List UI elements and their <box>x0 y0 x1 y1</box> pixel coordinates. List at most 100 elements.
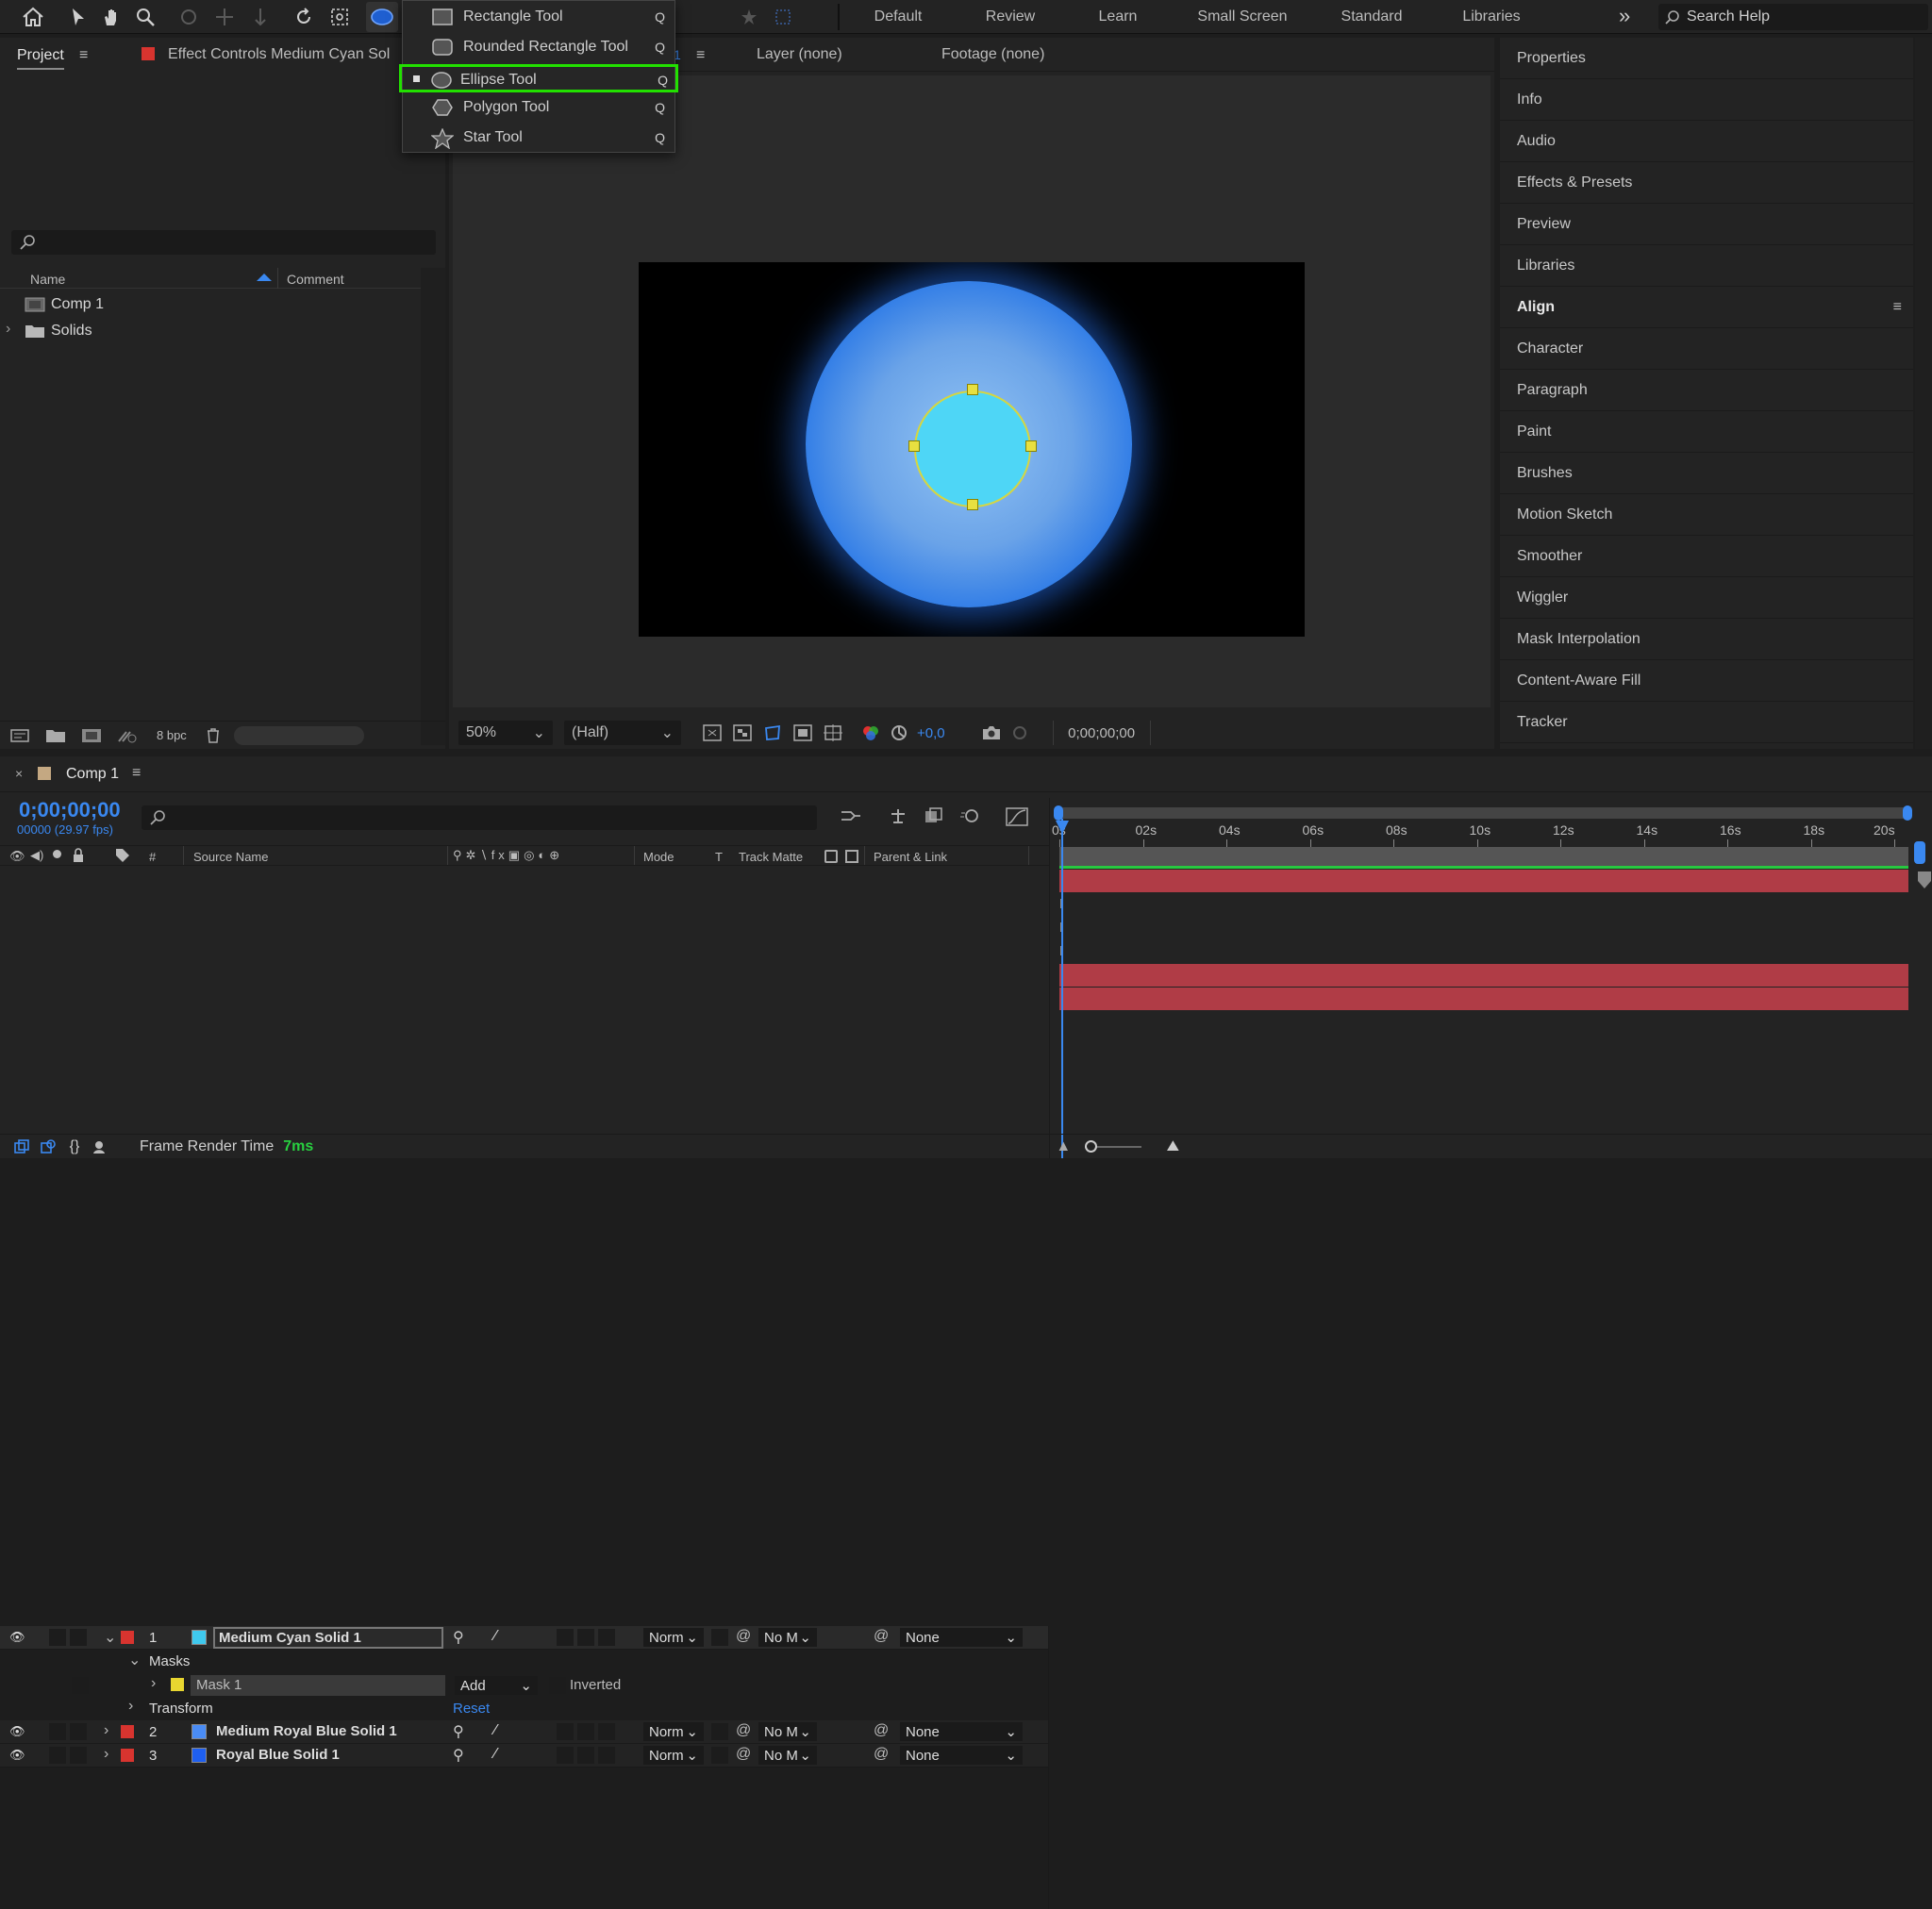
layer-bar-3[interactable] <box>1059 988 1908 1010</box>
shy-switch-icon[interactable]: ⚲ <box>453 1628 464 1647</box>
label-color-swatch[interactable] <box>121 1725 134 1738</box>
comp-navigator-icon[interactable] <box>1916 870 1932 890</box>
zoom-tool-icon[interactable] <box>132 4 158 30</box>
comp-end-marker[interactable] <box>1914 841 1925 864</box>
solo-box[interactable] <box>49 1723 66 1740</box>
panel-item-preview[interactable]: Preview <box>1500 204 1913 245</box>
project-scrollbar[interactable] <box>421 268 445 745</box>
panel-item-audio[interactable]: Audio <box>1500 121 1913 162</box>
roto-brush-icon[interactable] <box>772 6 794 28</box>
panel-item-properties[interactable]: Properties <box>1500 38 1913 79</box>
close-tab-icon[interactable]: × <box>15 766 23 781</box>
switch-box[interactable] <box>577 1629 594 1646</box>
new-composition-icon[interactable] <box>79 728 104 743</box>
right-panel-scrollbar[interactable] <box>1915 38 1932 749</box>
transparency-grid-icon[interactable] <box>730 724 755 741</box>
motion-blur-icon[interactable] <box>957 807 983 824</box>
video-eye-icon[interactable]: 👁 <box>9 849 25 864</box>
track-matte-dropdown[interactable]: No M ⌄ <box>758 1722 817 1741</box>
grid-guide-icon[interactable] <box>821 724 845 741</box>
menu-item-rectangle-tool[interactable]: Rectangle Tool Q <box>403 4 675 32</box>
viewer-timecode[interactable]: 0;00;00;00 <box>1052 721 1151 745</box>
mask-vertex-handle[interactable] <box>967 384 978 395</box>
column-parent-link[interactable]: Parent & Link <box>874 850 947 864</box>
video-eye-icon[interactable]: 👁 <box>9 1630 25 1645</box>
mask-name-field[interactable]: Mask 1 <box>191 1675 445 1696</box>
blend-mode-dropdown[interactable]: Norm ⌄ <box>643 1746 704 1765</box>
timeline-zoom-slider[interactable] <box>1085 1139 1142 1153</box>
zoom-out-mountain-icon[interactable]: ▲ <box>1053 1138 1074 1155</box>
workspace-standard[interactable]: Standard <box>1313 8 1430 25</box>
chevron-right-icon[interactable]: › <box>128 1698 133 1715</box>
preserve-box[interactable] <box>711 1723 728 1740</box>
tab-effect-controls[interactable]: Effect Controls Medium Cyan Sol <box>168 46 390 63</box>
shy-switch-icon[interactable]: ⚲ <box>453 1722 464 1741</box>
switch-box[interactable] <box>598 1723 615 1740</box>
rotate-tool-icon[interactable] <box>291 4 317 30</box>
panel-item-align[interactable]: Align ≡ <box>1500 287 1913 328</box>
composition-viewer[interactable] <box>453 75 1491 707</box>
menu-item-star-tool[interactable]: Star Tool Q <box>403 124 675 153</box>
switch-box[interactable] <box>598 1629 615 1646</box>
track-matte-dropdown[interactable]: No M ⌄ <box>758 1628 817 1647</box>
interpret-footage-icon[interactable] <box>8 728 32 743</box>
chevron-down-icon[interactable]: ⌄ <box>104 1628 116 1647</box>
layer-row[interactable]: 👁 › 2 Medium Royal Blue Solid 1 ⚲ ∕ Norm ⌄ @ No M… <box>0 1720 1049 1744</box>
preserve-box[interactable] <box>711 1629 728 1646</box>
column-comment[interactable]: Comment <box>287 272 344 287</box>
chevron-right-icon[interactable]: › <box>104 1746 108 1763</box>
tab-layer[interactable]: Layer (none) <box>757 46 842 63</box>
label-color-swatch[interactable] <box>121 1631 134 1644</box>
label-tag-icon[interactable] <box>115 848 130 863</box>
column-name[interactable]: Name <box>30 272 65 287</box>
panel-item-motion-sketch[interactable]: Motion Sketch <box>1500 494 1913 536</box>
parent-dropdown[interactable]: None ⌄ <box>900 1746 1023 1765</box>
parent-pickwhip-icon[interactable]: @ <box>874 1722 889 1739</box>
panel-item-character[interactable]: Character <box>1500 328 1913 370</box>
sort-ascending-icon[interactable] <box>257 274 272 281</box>
draft-3d-icon[interactable] <box>885 807 911 824</box>
video-eye-icon[interactable]: 👁 <box>9 1748 25 1763</box>
column-mode[interactable]: Mode <box>643 850 675 864</box>
mask-vertex-handle[interactable] <box>908 440 920 452</box>
mask-mode-dropdown[interactable]: Add ⌄ <box>455 1676 538 1695</box>
cyan-mask-ellipse[interactable] <box>914 390 1031 507</box>
track-matte-pickwhip-icon[interactable]: @ <box>736 1628 751 1645</box>
tab-comp[interactable]: Comp 1 <box>66 766 119 783</box>
composition-mini-flowchart-icon[interactable] <box>838 807 864 824</box>
workspace-learn[interactable]: Learn <box>1064 8 1172 25</box>
switch-box[interactable] <box>577 1723 594 1740</box>
mask-vertex-handle[interactable] <box>1025 440 1037 452</box>
orbit-camera-icon[interactable] <box>175 4 202 30</box>
more-workspaces-icon[interactable]: » <box>1619 4 1630 28</box>
fast-previews-icon[interactable] <box>700 724 724 741</box>
current-time-display[interactable]: 0;00;00;00 <box>19 798 121 822</box>
shy-switch-icon[interactable]: ⚲ <box>453 1746 464 1765</box>
playhead-handle[interactable] <box>1056 821 1069 834</box>
ellipse-tool-button[interactable] <box>366 2 398 32</box>
thumbnail-slider[interactable] <box>233 725 364 745</box>
playhead-line[interactable] <box>1061 819 1063 1158</box>
layer-row[interactable]: 👁 › 3 Royal Blue Solid 1 ⚲ ∕ Norm ⌄ @ No M ⌄ @ None ⌄ <box>0 1744 1049 1768</box>
exposure-value[interactable]: +0,0 <box>917 725 945 741</box>
audio-icon[interactable]: ◀) <box>30 848 43 863</box>
new-folder-icon[interactable] <box>43 728 68 743</box>
chevron-right-icon[interactable]: › <box>104 1722 108 1739</box>
workspace-libraries[interactable]: Libraries <box>1430 8 1553 25</box>
transfer-controls-toggle-icon[interactable] <box>38 1138 58 1154</box>
magnification-dropdown[interactable]: 50% ⌄ <box>458 721 553 745</box>
menu-item-ellipse-tool[interactable]: Ellipse Tool Q <box>399 64 678 92</box>
switch-box[interactable] <box>577 1747 594 1764</box>
quality-switch-icon[interactable]: ∕ <box>494 1722 497 1739</box>
parent-dropdown[interactable]: None ⌄ <box>900 1628 1023 1647</box>
panel-item-libraries[interactable]: Libraries <box>1500 245 1913 287</box>
timeline-menu-icon[interactable]: ≡ <box>132 765 141 782</box>
inverted-checkbox[interactable] <box>549 1677 566 1694</box>
panel-item-effects-presets[interactable]: Effects & Presets <box>1500 162 1913 204</box>
project-item-comp[interactable]: Comp 1 <box>0 292 421 317</box>
star-icon[interactable] <box>738 6 760 28</box>
masks-group-row[interactable]: ⌄ Masks <box>0 1651 1049 1673</box>
mask-row[interactable]: › Mask 1 Add ⌄ Inverted <box>0 1674 1049 1697</box>
render-time-toggle-icon[interactable] <box>91 1139 111 1154</box>
project-item-folder[interactable]: › Solids <box>0 319 421 343</box>
